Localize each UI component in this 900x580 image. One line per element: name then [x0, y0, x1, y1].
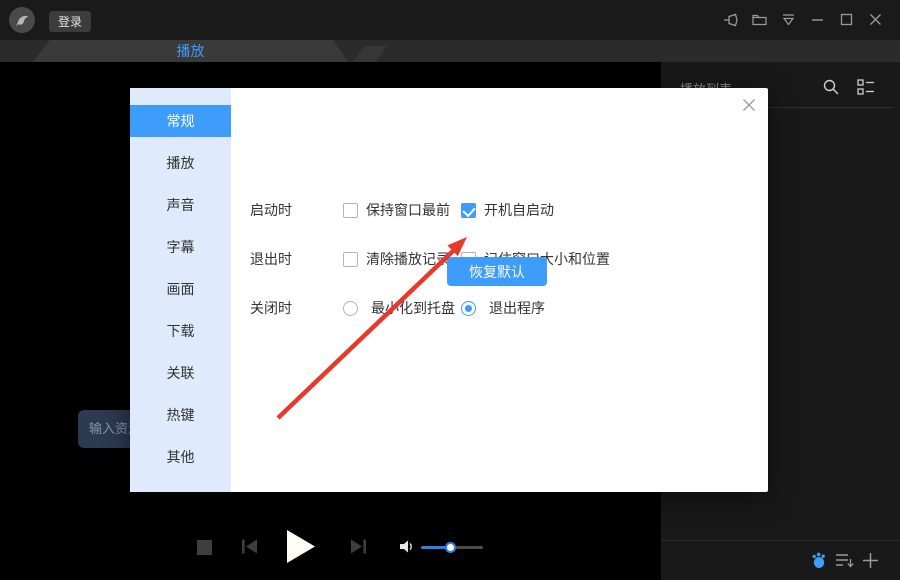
option-keep-window-top[interactable]: 保持窗口最前 — [343, 202, 450, 219]
pin-icon[interactable] — [722, 11, 739, 28]
volume-icon[interactable] — [398, 538, 415, 555]
paw-icon[interactable] — [811, 551, 829, 574]
minimize-icon[interactable] — [809, 11, 826, 28]
sidebar-item-assoc[interactable]: 关联 — [130, 357, 231, 389]
titlebar: 登录 — [0, 0, 900, 40]
tab-playing[interactable]: 播放 — [33, 40, 348, 62]
option-clear-history[interactable]: 清除播放记录 — [343, 251, 450, 268]
option-exit-program[interactable]: 退出程序 — [461, 300, 545, 317]
checkbox-keep-window-top[interactable] — [343, 203, 358, 218]
open-folder-icon[interactable] — [751, 11, 768, 28]
login-button[interactable]: 登录 — [49, 11, 91, 32]
login-label: 登录 — [58, 13, 82, 30]
restore-defaults-button[interactable]: 恢复默认 — [447, 257, 547, 286]
layout-list-icon[interactable] — [857, 79, 875, 100]
add-to-playlist-icon[interactable] — [861, 551, 880, 575]
volume-slider[interactable] — [421, 546, 483, 549]
stop-button[interactable] — [197, 540, 212, 555]
sidebar-item-download[interactable]: 下载 — [130, 315, 231, 347]
radio-exit-program[interactable] — [461, 301, 476, 316]
maximize-icon[interactable] — [838, 11, 855, 28]
sidebar-item-hotkeys[interactable]: 热键 — [130, 399, 231, 431]
sidebar-item-general[interactable]: 常规 — [130, 105, 231, 137]
search-icon[interactable] — [822, 78, 840, 101]
play-button[interactable] — [285, 529, 316, 564]
sidebar-item-other[interactable]: 其他 — [130, 441, 231, 473]
settings-row-startup: 启动时 保持窗口最前 开机自启动 — [130, 202, 768, 219]
tab-playing-label: 播放 — [177, 41, 205, 61]
settings-dialog: 常规 播放 声音 字幕 画面 下载 关联 热键 其他 启动时 保持窗口最前 开机… — [130, 88, 768, 492]
playlist-order-icon[interactable] — [835, 552, 854, 574]
row-label-exit: 退出时 — [250, 251, 292, 268]
tab-stub[interactable] — [353, 46, 387, 62]
row-label-close: 关闭时 — [250, 300, 292, 317]
option-launch-on-boot[interactable]: 开机自启动 — [461, 202, 554, 219]
tab-bar: 播放 — [0, 40, 900, 62]
main-menu-icon[interactable] — [780, 11, 797, 28]
row-label-startup: 启动时 — [250, 202, 292, 219]
checkbox-launch-on-boot[interactable] — [461, 203, 476, 218]
checkbox-clear-history[interactable] — [343, 252, 358, 267]
settings-sidebar: 常规 播放 声音 字幕 画面 下载 关联 热键 其他 — [130, 88, 231, 492]
option-minimize-to-tray[interactable]: 最小化到托盘 — [343, 300, 455, 317]
sidebar-item-playback[interactable]: 播放 — [130, 147, 231, 179]
settings-row-close: 关闭时 最小化到托盘 退出程序 — [130, 300, 768, 317]
window-controls — [722, 11, 884, 28]
volume-slider-thumb[interactable] — [445, 542, 456, 553]
app-window: 登录 播放 — [0, 0, 900, 580]
close-dialog-icon[interactable] — [739, 95, 759, 115]
close-window-icon[interactable] — [867, 11, 884, 28]
next-button[interactable] — [349, 538, 368, 555]
radio-minimize-to-tray[interactable] — [343, 301, 358, 316]
previous-button[interactable] — [240, 538, 259, 555]
playlist-footer-divider — [661, 540, 900, 541]
app-logo-icon — [9, 7, 35, 33]
